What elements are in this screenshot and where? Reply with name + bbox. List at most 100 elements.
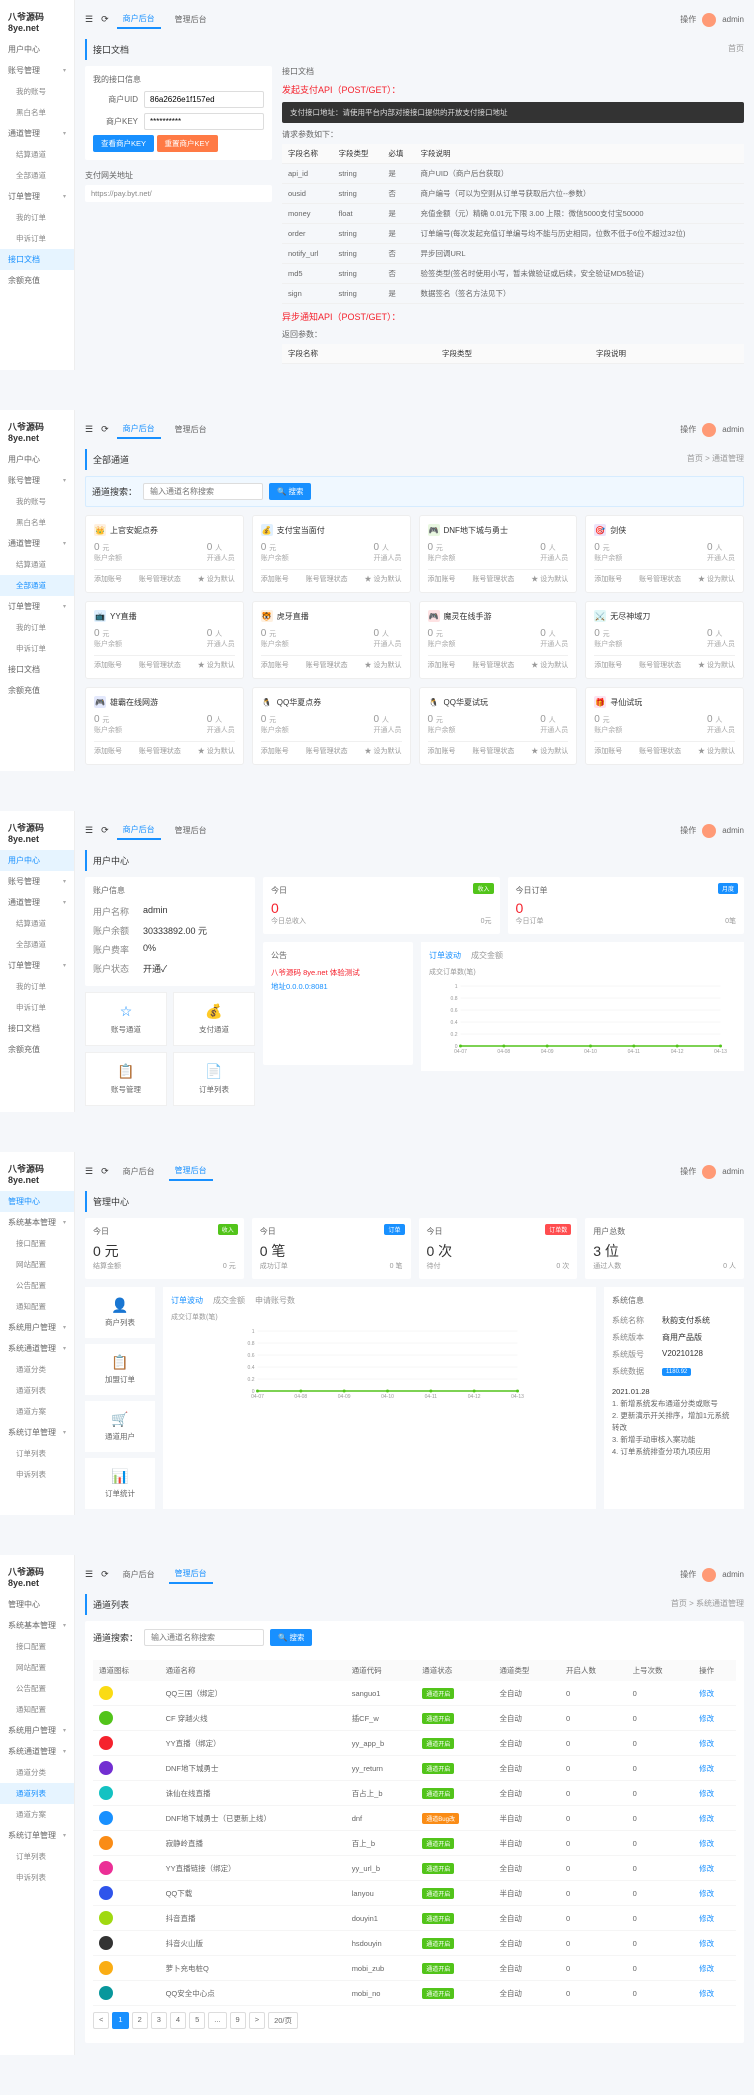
actions-label[interactable]: 操作	[680, 825, 696, 836]
menu-sys-channel[interactable]: 系统通道管理	[0, 1338, 74, 1359]
card-action[interactable]: 添加账号	[594, 746, 622, 756]
menu-order[interactable]: 订单管理	[0, 955, 74, 976]
menu-api-doc[interactable]: 接口文档	[0, 1018, 74, 1039]
card-action[interactable]: 账号管理状态	[472, 660, 514, 670]
tab-admin[interactable]: 管理后台	[169, 1565, 213, 1584]
menu-user-center[interactable]: 用户中心	[0, 850, 74, 871]
menu-order-list[interactable]: 订单列表	[0, 1443, 74, 1464]
card-action[interactable]: 账号管理状态	[139, 660, 181, 670]
menu-channel-plan[interactable]: 通道方案	[0, 1804, 74, 1825]
tab-admin[interactable]: 管理后台	[169, 1162, 213, 1181]
menu-sys-order[interactable]: 系统订单管理	[0, 1422, 74, 1443]
menu-my-account[interactable]: 我的账号	[0, 491, 74, 512]
menu-sys-user[interactable]: 系统用户管理	[0, 1317, 74, 1338]
card-action[interactable]: 账号管理状态	[306, 746, 348, 756]
menu-order[interactable]: 订单管理	[0, 596, 74, 617]
card-action[interactable]: 添加账号	[428, 660, 456, 670]
menu-admin-center[interactable]: 管理中心	[0, 1191, 74, 1212]
menu-api-config[interactable]: 接口配置	[0, 1636, 74, 1657]
card-action[interactable]: 添加账号	[94, 746, 122, 756]
refresh-icon[interactable]: ⟳	[101, 14, 109, 25]
card-action[interactable]: 添加账号	[428, 746, 456, 756]
menu-toggle-icon[interactable]: ☰	[85, 1569, 93, 1580]
menu-channel-cat[interactable]: 通道分类	[0, 1762, 74, 1783]
chart-tab-orders[interactable]: 订单波动	[429, 950, 461, 961]
menu-channel-plan[interactable]: 通道方案	[0, 1401, 74, 1422]
menu-my-orders[interactable]: 我的订单	[0, 617, 74, 638]
vnav-item[interactable]: 🛒通道用户	[85, 1401, 155, 1452]
tab-merchant[interactable]: 商户后台	[117, 1566, 161, 1583]
menu-toggle-icon[interactable]: ☰	[85, 424, 93, 435]
menu-complaint-list[interactable]: 申诉列表	[0, 1867, 74, 1888]
edit-link[interactable]: 修改	[699, 1989, 714, 1998]
uid-input[interactable]	[144, 91, 264, 108]
card-action[interactable]: 账号管理状态	[639, 574, 681, 584]
card-action[interactable]: ★ 设为默认	[531, 574, 568, 584]
card-action[interactable]: 账号管理状态	[639, 660, 681, 670]
show-key-button[interactable]: 查看商户KEY	[93, 135, 154, 152]
card-action[interactable]: ★ 设为默认	[365, 574, 402, 584]
edit-link[interactable]: 修改	[699, 1714, 714, 1723]
menu-recharge[interactable]: 余额充值	[0, 680, 74, 701]
card-action[interactable]: 添加账号	[428, 574, 456, 584]
avatar[interactable]	[702, 423, 716, 437]
actions-label[interactable]: 操作	[680, 424, 696, 435]
edit-link[interactable]: 修改	[699, 1764, 714, 1773]
menu-blacklist[interactable]: 黑白名单	[0, 512, 74, 533]
card-action[interactable]: ★ 设为默认	[698, 574, 735, 584]
menu-notify-config[interactable]: 通知配置	[0, 1296, 74, 1317]
card-action[interactable]: ★ 设为默认	[198, 574, 235, 584]
search-button[interactable]: 🔍 搜索	[270, 1629, 312, 1646]
tab-merchant[interactable]: 商户后台	[117, 420, 161, 439]
page-button[interactable]: ...	[208, 2012, 226, 2029]
vnav-item[interactable]: 📊订单统计	[85, 1458, 155, 1509]
avatar[interactable]	[702, 1568, 716, 1582]
menu-channel-list[interactable]: 通道列表	[0, 1380, 74, 1401]
menu-all-channel[interactable]: 全部通道	[0, 575, 74, 596]
menu-my-account[interactable]: 我的账号	[0, 81, 74, 102]
menu-complaint-list[interactable]: 申诉列表	[0, 1464, 74, 1485]
chart-tab-orders[interactable]: 订单波动	[171, 1295, 203, 1306]
tab-admin[interactable]: 管理后台	[169, 822, 213, 839]
menu-recharge[interactable]: 余额充值	[0, 1039, 74, 1060]
quick-action[interactable]: ☆账号通道	[85, 992, 167, 1046]
menu-api-doc[interactable]: 接口文档	[0, 249, 74, 270]
card-action[interactable]: 账号管理状态	[139, 574, 181, 584]
search-button[interactable]: 🔍 搜索	[269, 483, 311, 500]
tab-admin[interactable]: 管理后台	[169, 421, 213, 438]
page-button[interactable]: 20/页	[268, 2012, 298, 2029]
username[interactable]: admin	[722, 826, 744, 835]
avatar[interactable]	[702, 13, 716, 27]
menu-admin-center[interactable]: 管理中心	[0, 1594, 74, 1615]
card-action[interactable]: 添加账号	[94, 660, 122, 670]
chart-tab-amount[interactable]: 成交金额	[471, 950, 503, 961]
card-action[interactable]: ★ 设为默认	[365, 746, 402, 756]
menu-account[interactable]: 账号管理	[0, 470, 74, 491]
menu-settle-channel[interactable]: 结算通道	[0, 913, 74, 934]
menu-channel-cat[interactable]: 通道分类	[0, 1359, 74, 1380]
chart-tab-amount[interactable]: 成交金额	[213, 1295, 245, 1306]
menu-order-list[interactable]: 订单列表	[0, 1846, 74, 1867]
edit-link[interactable]: 修改	[699, 1689, 714, 1698]
card-action[interactable]: ★ 设为默认	[198, 660, 235, 670]
edit-link[interactable]: 修改	[699, 1839, 714, 1848]
page-button[interactable]: 1	[112, 2012, 128, 2029]
menu-toggle-icon[interactable]: ☰	[85, 14, 93, 25]
card-action[interactable]: 账号管理状态	[306, 660, 348, 670]
menu-complaint-orders[interactable]: 申诉订单	[0, 638, 74, 659]
actions-label[interactable]: 操作	[680, 1569, 696, 1580]
card-action[interactable]: 账号管理状态	[639, 746, 681, 756]
refresh-icon[interactable]: ⟳	[101, 424, 109, 435]
menu-toggle-icon[interactable]: ☰	[85, 1166, 93, 1177]
vnav-item[interactable]: 👤商户列表	[85, 1287, 155, 1338]
username[interactable]: admin	[722, 1167, 744, 1176]
username[interactable]: admin	[722, 425, 744, 434]
page-button[interactable]: 5	[189, 2012, 205, 2029]
avatar[interactable]	[702, 1165, 716, 1179]
card-action[interactable]: 添加账号	[261, 574, 289, 584]
edit-link[interactable]: 修改	[699, 1939, 714, 1948]
page-button[interactable]: 9	[230, 2012, 246, 2029]
username[interactable]: admin	[722, 1570, 744, 1579]
card-action[interactable]: 添加账号	[261, 746, 289, 756]
edit-link[interactable]: 修改	[699, 1864, 714, 1873]
